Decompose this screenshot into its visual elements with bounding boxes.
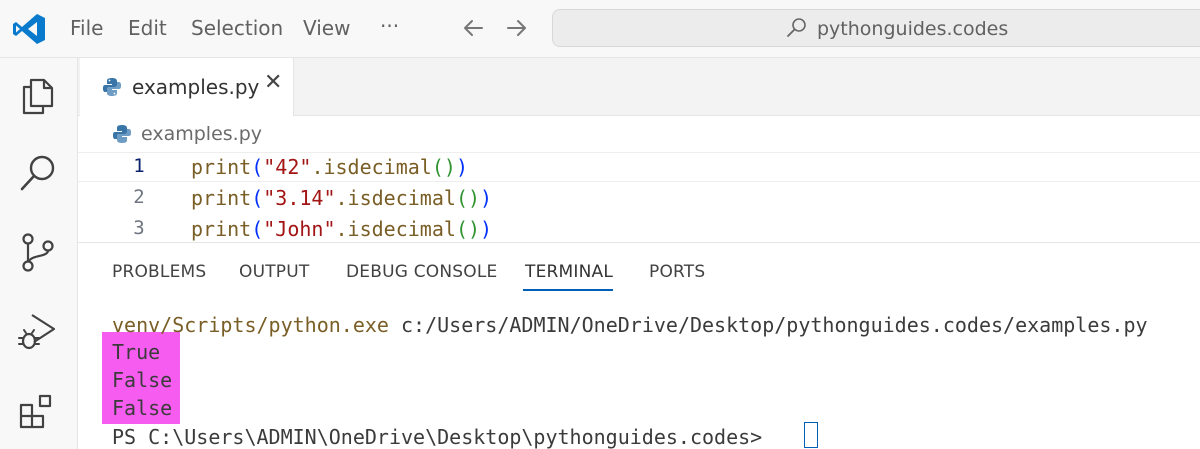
- terminal-output-line: False: [112, 396, 173, 420]
- title-bar: File Edit Selection View ··· pythonguide…: [0, 0, 1200, 58]
- activity-bar: [0, 58, 78, 449]
- tab-examples-py[interactable]: examples.py ✕: [80, 58, 294, 116]
- back-arrow-icon[interactable]: [460, 14, 486, 42]
- vscode-logo-icon[interactable]: [12, 13, 46, 45]
- close-icon[interactable]: ✕: [264, 72, 282, 94]
- files-icon[interactable]: [16, 74, 60, 118]
- search-text: pythonguides.codes: [817, 18, 1009, 40]
- source-control-icon[interactable]: [16, 230, 60, 274]
- menu-more[interactable]: ···: [380, 14, 399, 38]
- terminal-prompt[interactable]: PS C:\Users\ADMIN\OneDrive\Desktop\pytho…: [112, 425, 762, 449]
- code-line[interactable]: 2 print("3.14".isdecimal()): [78, 183, 1200, 213]
- tab-ports[interactable]: PORTS: [649, 262, 705, 282]
- active-tab-indicator: [523, 289, 613, 291]
- line-number: 2: [133, 186, 145, 208]
- menu-view[interactable]: View: [303, 16, 350, 40]
- bottom-panel: PROBLEMS OUTPUT DEBUG CONSOLE TERMINAL P…: [78, 242, 1200, 449]
- line-number: 1: [133, 155, 145, 177]
- tab-problems[interactable]: PROBLEMS: [112, 262, 206, 282]
- forward-arrow-icon[interactable]: [504, 14, 530, 42]
- menu-selection[interactable]: Selection: [191, 16, 283, 40]
- terminal-output-line: True: [112, 340, 161, 364]
- tab-label: examples.py: [132, 75, 260, 99]
- extensions-icon[interactable]: [16, 390, 60, 434]
- code-line[interactable]: 3 print("John".isdecimal()): [78, 214, 1200, 242]
- line-number: 3: [133, 217, 145, 239]
- code-editor[interactable]: 1 print("42".isdecimal()) 2 print("3.14"…: [78, 152, 1200, 242]
- search-icon: [787, 18, 806, 37]
- menu-edit[interactable]: Edit: [128, 16, 167, 40]
- code-line[interactable]: 1 print("42".isdecimal()): [78, 152, 1200, 182]
- tab-output[interactable]: OUTPUT: [239, 262, 310, 282]
- tab-debug-console[interactable]: DEBUG CONSOLE: [346, 262, 497, 282]
- code-text: print("42".isdecimal()): [191, 155, 468, 179]
- run-debug-icon[interactable]: [16, 308, 60, 352]
- terminal-command: venv/Scripts/python.exe c:/Users/ADMIN/O…: [112, 313, 1148, 337]
- search-icon[interactable]: [16, 151, 60, 195]
- code-text: print("John".isdecimal()): [191, 217, 493, 241]
- tab-terminal[interactable]: TERMINAL: [525, 262, 613, 282]
- python-file-icon: [103, 78, 121, 96]
- breadcrumb: examples.py: [78, 116, 1200, 152]
- menu-file[interactable]: File: [70, 16, 103, 40]
- terminal-output-line: False: [112, 368, 173, 392]
- code-text: print("3.14".isdecimal()): [191, 186, 493, 210]
- command-center-search[interactable]: pythonguides.codes: [552, 9, 1200, 47]
- python-file-icon: [113, 125, 131, 143]
- editor-tab-bar: examples.py ✕: [78, 58, 1200, 116]
- breadcrumb-file[interactable]: examples.py: [141, 123, 262, 145]
- terminal-cursor: [804, 422, 818, 448]
